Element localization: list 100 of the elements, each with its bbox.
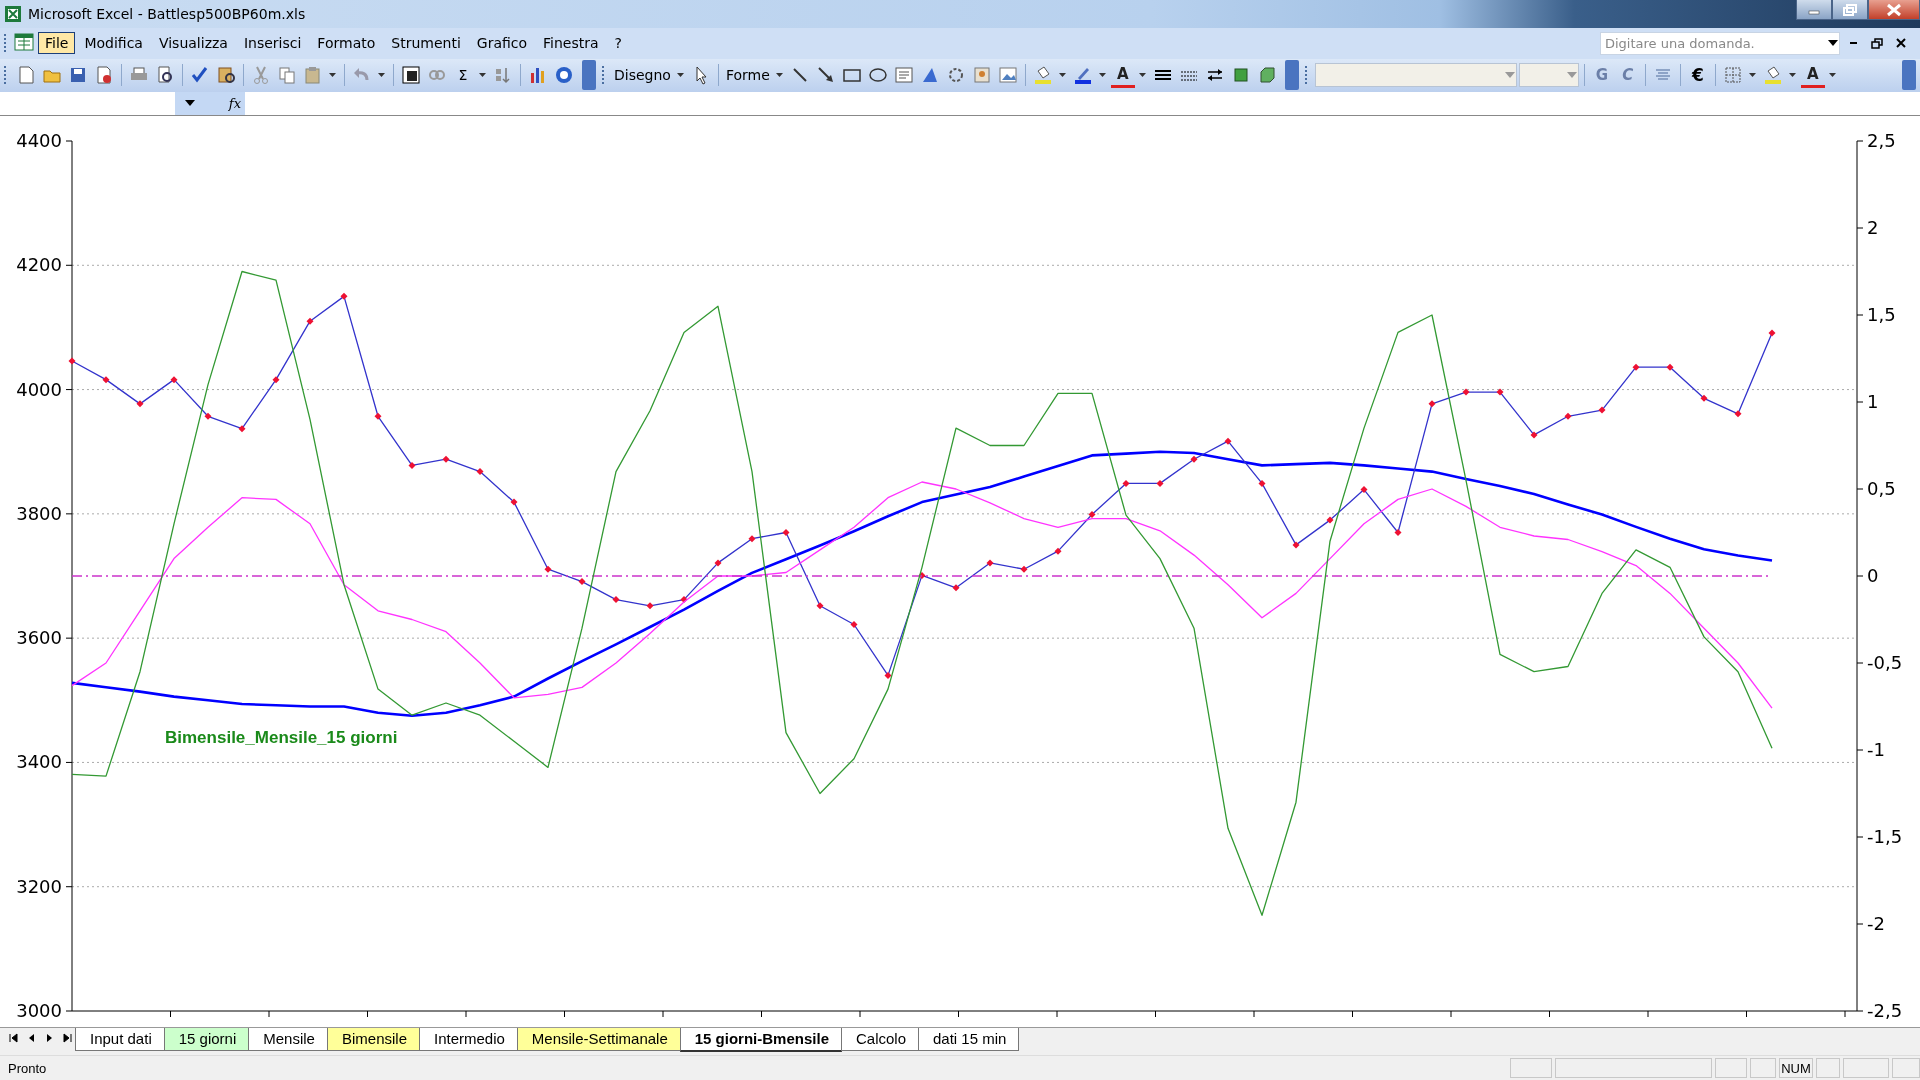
data-point [510, 498, 518, 506]
data-point [782, 528, 790, 536]
sheet-tab[interactable]: Calcolo [840, 1028, 919, 1052]
paint-bucket-icon [1762, 65, 1783, 86]
data-point [1496, 388, 1504, 396]
data-point [408, 461, 416, 469]
window-title: Microsoft Excel - Battlesp500BP60m.xls [28, 5, 306, 22]
data-point [714, 559, 722, 567]
caret-icon [775, 72, 784, 78]
sheet-tab[interactable]: dati 15 min [918, 1028, 1020, 1052]
axis-label: 0 [1867, 564, 1879, 586]
data-point [1326, 516, 1334, 524]
data-point [544, 565, 552, 573]
status-text: Pronto [8, 1060, 47, 1076]
sheet-tab[interactable]: Intermedio [419, 1028, 518, 1052]
toolbar-overflow-button[interactable] [1902, 60, 1916, 91]
currency-button[interactable]: € [1685, 62, 1710, 89]
menu-item[interactable]: Inserisci [236, 32, 309, 55]
data-point [1734, 410, 1742, 418]
help-search-field[interactable]: Digitare una domanda. [1600, 31, 1840, 55]
sheet-tab[interactable]: Bimensile [326, 1028, 420, 1052]
close-icon [1886, 2, 1902, 17]
borders-icon [1722, 65, 1743, 86]
status-panel [1816, 1058, 1840, 1079]
axis-label: 3200 [16, 875, 62, 897]
axis-label: -2 [1867, 912, 1885, 934]
data-point [748, 534, 756, 542]
scissors-icon [251, 65, 271, 86]
text-box-icon [893, 65, 914, 86]
data-point [1224, 437, 1232, 445]
caret-icon [676, 72, 685, 78]
menu-item[interactable]: Formato [310, 32, 383, 55]
axis-label: 3400 [16, 751, 62, 773]
sheet-tab[interactable]: 15 giorni-Bmensile [679, 1028, 842, 1053]
spreadsheet-app-icon [4, 4, 22, 23]
dropdown-arrow-icon [1503, 71, 1516, 80]
toolbar-overflow-button[interactable] [1284, 60, 1299, 91]
sheet-tab[interactable]: Mensile-Settimanale [516, 1028, 681, 1052]
status-indicator: NUM [1779, 1058, 1813, 1079]
data-point [1530, 431, 1538, 439]
data-point [1768, 329, 1776, 337]
font-name-field[interactable] [1314, 63, 1517, 88]
sheet-tab[interactable]: 15 giorni [163, 1028, 250, 1052]
sort-ascending-icon [493, 65, 513, 86]
toolbar-overflow-button[interactable] [582, 60, 596, 91]
menu-item[interactable]: Grafico [469, 32, 535, 55]
data-point [1564, 412, 1572, 420]
clipboard-icon [303, 65, 323, 86]
data-point [1258, 479, 1266, 487]
close-button[interactable] [1868, 0, 1920, 20]
data-point [1462, 388, 1470, 396]
menu-item[interactable]: ? [607, 32, 629, 55]
font-color-button[interactable]: A [1110, 62, 1135, 89]
font-color-button[interactable]: A [1800, 62, 1825, 89]
research-book-icon [216, 65, 236, 86]
restore-icon [1843, 3, 1857, 16]
shapes-menu-button[interactable]: Forme [723, 62, 772, 89]
workbook-icon[interactable] [14, 33, 36, 54]
data-point [170, 375, 178, 383]
axis-label: 3600 [16, 626, 62, 648]
sheet-tab[interactable]: Input dati [75, 1028, 165, 1052]
pen-icon [1072, 65, 1093, 86]
new-document-icon [16, 65, 36, 86]
data-point [1666, 363, 1674, 371]
copy-icon [277, 65, 297, 86]
axis-label: 1,5 [1867, 303, 1896, 325]
data-point [476, 467, 484, 475]
axis-label: 3000 [16, 999, 62, 1021]
data-point [1632, 363, 1640, 371]
font-size-field[interactable] [1518, 63, 1579, 88]
data-point [204, 412, 212, 420]
data-point [1292, 541, 1300, 549]
menu-item[interactable]: File [38, 32, 76, 55]
first-sheet-icon [7, 1032, 19, 1045]
data-point [1360, 485, 1368, 493]
data-point [306, 317, 314, 325]
restore-button[interactable] [1832, 0, 1868, 20]
data-point [1122, 479, 1130, 487]
data-point [102, 375, 110, 383]
data-point [1190, 455, 1198, 463]
sheet-tab[interactable]: Mensile [248, 1028, 328, 1052]
axis-label: 1 [1867, 390, 1879, 412]
axis-label: -1,5 [1867, 825, 1903, 847]
menu-item[interactable]: Modifica [77, 32, 150, 55]
menu-item[interactable]: Finestra [536, 32, 606, 55]
data-point [442, 455, 450, 463]
caret-icon [1788, 72, 1797, 78]
data-point [646, 602, 654, 610]
insert-function-button[interactable]: fx [228, 95, 241, 111]
status-panel [1843, 1058, 1889, 1079]
chart-annotation: Bimensile_Mensile_15 giorni [165, 727, 398, 747]
draw-menu-button[interactable]: Disegno [612, 62, 673, 89]
menu-item[interactable]: Strumenti [384, 32, 468, 55]
menu-item[interactable]: Visualizza [151, 32, 235, 55]
status-panel [1750, 1058, 1776, 1079]
autosum-button[interactable]: Σ [451, 62, 475, 89]
data-point [952, 584, 960, 592]
axis-label: 2 [1867, 216, 1879, 238]
data-point [680, 595, 688, 603]
dropdown-arrow-icon [1827, 39, 1839, 48]
